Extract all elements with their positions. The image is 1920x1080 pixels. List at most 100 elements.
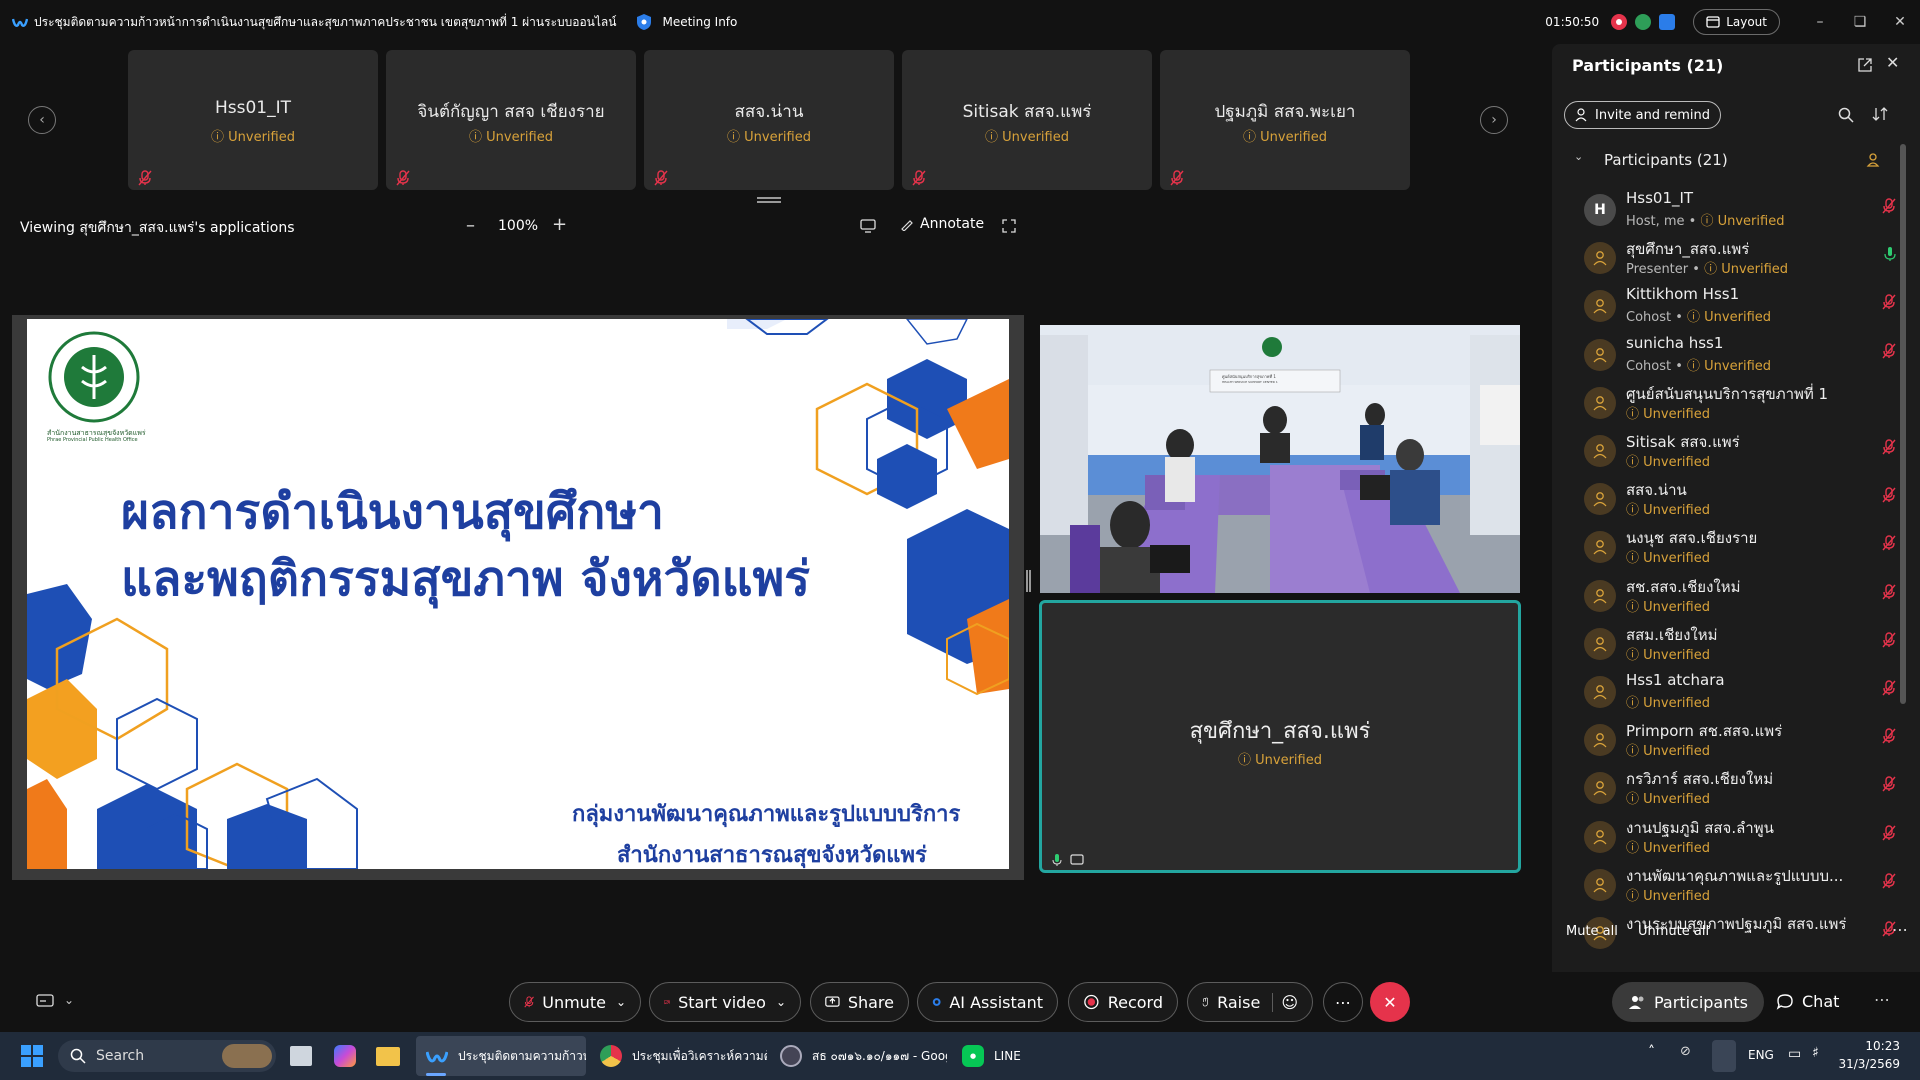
health-check-icon[interactable] xyxy=(1635,14,1652,30)
presenter-video[interactable]: ศูนย์สนับสนุนบริการสุขภาพที่ 1 HEALTH SE… xyxy=(1040,325,1520,593)
calendar-icon[interactable] xyxy=(1659,14,1676,30)
muted-mic-icon[interactable] xyxy=(1882,294,1896,314)
captions-icon[interactable] xyxy=(36,993,54,1009)
captions-chevron-icon[interactable]: ⌄ xyxy=(64,993,74,1007)
raise-hand-button[interactable]: Raise ☺ xyxy=(1187,982,1313,1022)
start-video-button[interactable]: Start video ⌄ xyxy=(649,982,801,1022)
more-toolbar-icon[interactable]: ⋯ xyxy=(1323,982,1363,1022)
participant-tile[interactable]: Hss01_IT ⓘ Unverified xyxy=(128,50,378,190)
participant-row[interactable]: งานระบบสุขภาพปฐมภูมิ สสจ.แพร่ xyxy=(1584,907,1904,955)
participant-row[interactable]: งานพัฒนาคุณภาพและรูปแบบบ... ⓘ Unverified xyxy=(1584,859,1904,907)
split-resize-handle[interactable] xyxy=(1026,570,1031,592)
muted-mic-icon[interactable] xyxy=(1882,873,1896,893)
participant-tile[interactable]: ปฐมภูมิ สสจ.พะเยา ⓘ Unverified xyxy=(1160,50,1410,190)
participants-toggle-button[interactable]: Participants xyxy=(1612,982,1764,1022)
close-panel-icon[interactable]: ✕ xyxy=(1886,53,1899,72)
shared-content-area[interactable]: สำนักงานสาธารณสุขจังหวัดแพร่ Phrae Provi… xyxy=(12,315,1024,880)
recording-indicator-icon[interactable] xyxy=(1611,14,1628,30)
share-button[interactable]: Share xyxy=(810,982,909,1022)
copilot-icon[interactable] xyxy=(334,1045,356,1067)
layout-button[interactable]: Layout xyxy=(1693,9,1780,35)
taskbar-app-chrome-1[interactable]: ประชุมเพื่อวิเคราะห์ความต้อง xyxy=(600,1036,770,1076)
participant-row[interactable]: Hss1 atchara ⓘ Unverified xyxy=(1584,666,1904,714)
sort-icon[interactable] xyxy=(1872,106,1888,122)
participant-row[interactable]: Sitisak สสจ.แพร่ ⓘ Unverified xyxy=(1584,425,1904,473)
tiles-next-button[interactable]: › xyxy=(1480,106,1508,134)
participant-tile[interactable]: จินต์กัญญา สสจ เชียงราย ⓘ Unverified xyxy=(386,50,636,190)
show-hidden-icons-icon[interactable]: ˄ xyxy=(1648,1044,1655,1060)
participant-row[interactable]: sunicha hss1 Cohost • ⓘ Unverified xyxy=(1584,329,1904,377)
chevron-down-icon[interactable]: ⌄ xyxy=(616,995,626,1009)
volume-icon[interactable]: ♯ xyxy=(1812,1045,1819,1061)
mic-on-icon[interactable] xyxy=(1884,246,1896,266)
close-window-icon[interactable]: ✕ xyxy=(1880,0,1920,44)
participant-row[interactable]: Primporn สช.สสจ.แพร่ ⓘ Unverified xyxy=(1584,714,1904,762)
mute-all-button[interactable]: Mute all xyxy=(1566,924,1618,939)
participants-scrollbar[interactable] xyxy=(1900,144,1906,704)
chat-button[interactable]: Chat xyxy=(1776,992,1839,1011)
active-speaker-tile[interactable]: สุขศึกษา_สสจ.แพร่ ⓘ Unverified xyxy=(1039,600,1521,873)
muted-mic-icon[interactable] xyxy=(1882,198,1896,218)
display-icon[interactable]: ▭ xyxy=(1788,1046,1801,1062)
muted-mic-icon[interactable] xyxy=(1882,728,1896,748)
network-off-icon[interactable]: ⊘ xyxy=(1680,1044,1691,1059)
muted-mic-icon[interactable] xyxy=(1882,439,1896,459)
popout-icon[interactable] xyxy=(1858,58,1872,72)
invite-and-remind-button[interactable]: Invite and remind xyxy=(1564,101,1722,129)
muted-mic-icon[interactable] xyxy=(1882,680,1896,700)
unmute-all-button[interactable]: Unmute all xyxy=(1638,924,1709,939)
clock-time[interactable]: 10:23 xyxy=(1854,1039,1900,1053)
muted-mic-icon[interactable] xyxy=(1882,776,1896,796)
participants-group-label[interactable]: Participants (21) xyxy=(1604,151,1728,169)
participant-tile[interactable]: สสจ.น่าน ⓘ Unverified xyxy=(644,50,894,190)
file-explorer-icon[interactable] xyxy=(376,1047,400,1066)
reactions-icon[interactable]: ☺ xyxy=(1272,992,1298,1012)
lock-person-icon[interactable] xyxy=(1866,152,1880,168)
task-view-icon[interactable] xyxy=(290,1046,312,1066)
participant-row[interactable]: ศูนย์สนับสนุนบริการสุขภาพที่ 1 ⓘ Unverifi… xyxy=(1584,377,1904,425)
search-icon[interactable] xyxy=(1838,107,1854,123)
muted-mic-icon[interactable] xyxy=(1882,824,1896,845)
tiles-prev-button[interactable]: ‹ xyxy=(28,106,56,134)
muted-mic-icon[interactable] xyxy=(1882,342,1896,363)
zoom-out-button[interactable]: – xyxy=(466,215,475,236)
mic-tray-icon[interactable] xyxy=(1712,1040,1736,1072)
participant-row[interactable]: Kittikhom Hss1 Cohost • ⓘ Unverified xyxy=(1584,280,1904,328)
participant-row[interactable]: สุขศึกษา_สสจ.แพร่ Presenter • ⓘ Unverifie… xyxy=(1584,232,1904,280)
participant-row[interactable]: งานปฐมภูมิ สสจ.ลำพูน ⓘ Unverified xyxy=(1584,811,1904,859)
more-icon[interactable]: ⋯ xyxy=(1874,990,1890,1009)
taskbar-app-chrome-2[interactable]: สธ ๐๗๑๖.๑๐/๑๑๗ - Goog xyxy=(780,1036,950,1076)
restore-icon[interactable]: ❏ xyxy=(1840,0,1880,44)
unmute-button[interactable]: Unmute ⌄ xyxy=(509,982,641,1022)
muted-mic-icon[interactable] xyxy=(1882,632,1896,652)
more-options-icon[interactable]: ⋯ xyxy=(1892,920,1908,939)
resize-handle[interactable] xyxy=(757,197,781,203)
participant-tile[interactable]: Sitisak สสจ.แพร่ ⓘ Unverified xyxy=(902,50,1152,190)
record-button[interactable]: Record xyxy=(1068,982,1178,1022)
fullscreen-icon[interactable] xyxy=(1002,219,1016,233)
windows-start-icon[interactable] xyxy=(20,1044,44,1068)
group-collapse-chevron-icon[interactable]: ⌄ xyxy=(1574,150,1583,163)
muted-mic-icon[interactable] xyxy=(1882,487,1896,507)
ai-assistant-button[interactable]: AI Assistant xyxy=(917,982,1058,1022)
taskbar-app-line[interactable]: ● LINE xyxy=(962,1036,1042,1076)
participant-row[interactable]: สสม.เชียงใหม่ ⓘ Unverified xyxy=(1584,618,1904,666)
minimize-icon[interactable]: – xyxy=(1800,0,1840,44)
zoom-in-button[interactable]: + xyxy=(552,214,567,235)
participant-row[interactable]: H Hss01_IT Host, me • ⓘ Unverified xyxy=(1584,184,1904,232)
muted-mic-icon[interactable] xyxy=(1882,583,1896,604)
participant-row[interactable]: กรวิภาร์ สสจ.เชียงใหม่ ⓘ Unverified xyxy=(1584,762,1904,810)
chevron-down-icon[interactable]: ⌄ xyxy=(776,995,786,1009)
muted-mic-icon[interactable] xyxy=(1882,535,1896,555)
participant-row[interactable]: สสจ.น่าน ⓘ Unverified xyxy=(1584,473,1904,521)
remote-control-icon[interactable] xyxy=(860,219,876,233)
clock-date[interactable]: 31/3/2569 xyxy=(1836,1057,1900,1071)
participant-row[interactable]: นงนุช สสจ.เชียงราย ⓘ Unverified xyxy=(1584,521,1904,569)
taskbar-app-webex[interactable]: ประชุมติดตามความก้าวหน้า xyxy=(416,1036,586,1076)
leave-meeting-button[interactable]: ✕ xyxy=(1370,982,1410,1022)
language-indicator[interactable]: ENG xyxy=(1748,1048,1774,1062)
meeting-info-button[interactable]: Meeting Info xyxy=(636,13,737,31)
participant-row[interactable]: สช.สสจ.เชียงใหม่ ⓘ Unverified xyxy=(1584,570,1904,618)
taskbar-search-input[interactable]: Search xyxy=(58,1040,276,1072)
annotate-button[interactable]: Annotate xyxy=(900,216,984,232)
